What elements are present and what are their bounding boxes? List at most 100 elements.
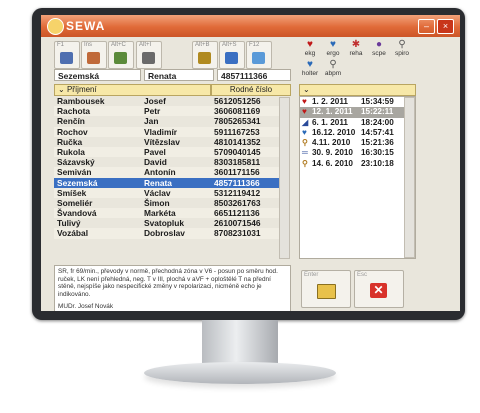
row-firstname: Petr xyxy=(144,106,161,117)
shortcut-label: Alt+C xyxy=(111,42,126,48)
table-row[interactable]: Rachota Petr 3606081169 xyxy=(54,106,290,117)
exam-filter-header[interactable]: ⌄ xyxy=(299,84,416,96)
toolbar-button-1[interactable]: Ins xyxy=(81,41,107,69)
exam-type-icon: ⚲ xyxy=(302,158,308,168)
exam-type-icon: ⚲ xyxy=(302,138,308,148)
patient-scrollbar[interactable] xyxy=(279,97,290,259)
monitor-stand-neck xyxy=(202,320,278,366)
list-item[interactable]: ⚲ 14. 6. 2010 23:10:18 xyxy=(300,159,415,169)
note-author: MUDr. Josef Novák xyxy=(58,303,114,311)
row-firstname: Pavel xyxy=(144,146,166,157)
row-id: 8503261763 xyxy=(214,197,261,208)
list-item[interactable]: ♥ 1. 2. 2011 15:34:59 xyxy=(300,97,415,107)
list-item[interactable]: ◢ 6. 1. 2011 18:24:00 xyxy=(300,118,415,128)
exam-scrollbar[interactable] xyxy=(404,97,415,258)
table-row[interactable]: Rochov Vladimír 5911167253 xyxy=(54,126,290,137)
row-id: 2610071546 xyxy=(214,218,261,229)
exam-date: 16.12. 2010 xyxy=(312,127,356,137)
table-row[interactable]: Someliér Šimon 8503261763 xyxy=(54,198,290,208)
column-id-label: Rodné číslo xyxy=(229,85,273,94)
row-firstname: Šimon xyxy=(144,197,170,208)
enter-button[interactable]: Enter xyxy=(301,270,351,308)
enter-label: Enter xyxy=(304,272,319,278)
table-row[interactable]: Sezemská Renata 4857111366 xyxy=(54,177,290,188)
toolbar-button-4[interactable]: Alt+B xyxy=(192,41,218,69)
exam-type-holter[interactable]: ♥ holter xyxy=(299,59,321,77)
row-id: 8303185811 xyxy=(214,157,261,168)
exam-type-icon: ═ xyxy=(302,148,308,158)
row-id: 5312119412 xyxy=(214,187,261,198)
toolbar-glyph-icon xyxy=(198,52,211,64)
table-row[interactable]: Rukola Pavel 5709040145 xyxy=(54,146,290,158)
surname-field[interactable]: Sezemská xyxy=(54,69,141,81)
exam-type-ekg[interactable]: ♥ ekg xyxy=(299,39,321,57)
toolbar-glyph-icon xyxy=(60,52,73,64)
birth-number-field[interactable]: 4857111366 xyxy=(217,69,291,81)
ekg-icon: ♥ xyxy=(307,39,313,50)
sort-arrow-icon: ⌄ xyxy=(58,85,65,94)
toolbar-button-5[interactable]: Alt+S xyxy=(219,41,245,69)
exam-time: 15:21:36 xyxy=(361,138,394,148)
exam-date: 12. 1. 2011 xyxy=(312,107,353,117)
firstname-field[interactable]: Renata xyxy=(144,69,214,81)
table-row[interactable]: Semiván Antonín 3601171156 xyxy=(54,167,290,178)
exam-time: 16:30:15 xyxy=(361,148,394,158)
esc-label: Esc xyxy=(357,272,368,278)
table-row[interactable]: Smíšek Václav 5312119412 xyxy=(54,187,290,198)
row-surname: Rochov xyxy=(57,126,88,137)
exam-date: 30. 9. 2010 xyxy=(312,148,353,158)
table-row[interactable]: Sázavský David 8303185811 xyxy=(54,157,290,167)
shortcut-label: Alt+B xyxy=(195,42,210,48)
table-row[interactable]: Ručka Vítězslav 4810141352 xyxy=(54,137,290,147)
app-window: SEWA – × F1 Ins Alt+C Alt+I Alt+B Alt+S F12 Se… xyxy=(41,15,460,311)
row-firstname: Vladimír xyxy=(144,126,178,137)
row-surname: Renčín xyxy=(57,116,85,127)
minimize-button[interactable]: – xyxy=(418,19,435,34)
row-surname: Tulivý xyxy=(57,218,81,229)
table-row[interactable]: Švandová Markéta 6651121136 xyxy=(54,208,290,219)
exam-type-abpm[interactable]: ⚲ abpm xyxy=(322,59,344,77)
exam-type-icon: ♥ xyxy=(302,97,307,106)
row-id: 8708231031 xyxy=(214,228,261,239)
table-row[interactable]: Tulivý Svatopluk 2610071546 xyxy=(54,218,290,228)
esc-button[interactable]: Esc ✕ xyxy=(354,270,404,308)
exam-type-spiro[interactable]: ⚲ spiro xyxy=(391,39,413,57)
close-button[interactable]: × xyxy=(437,19,454,34)
toolbar-button-0[interactable]: F1 xyxy=(54,41,80,69)
toolbar-button-6[interactable]: F12 xyxy=(246,41,272,69)
exam-type-icon: ♥ xyxy=(302,107,307,117)
row-surname: Sezemská xyxy=(57,177,98,188)
sort-surname-header[interactable]: ⌄ Příjmení xyxy=(54,84,211,96)
exam-type-reha[interactable]: ✱ reha xyxy=(345,39,367,57)
table-row[interactable]: Vozábal Dobroslav 8708231031 xyxy=(54,228,290,239)
table-row[interactable]: Rambousek Josef 5612051256 xyxy=(54,96,290,106)
exam-type-label: spiro xyxy=(394,50,410,57)
table-row[interactable]: Renčín Jan 7805265341 xyxy=(54,116,290,126)
column-id-header[interactable]: Rodné číslo xyxy=(211,84,291,96)
exam-time: 14:57:41 xyxy=(361,127,394,137)
exam-type-label: scpe xyxy=(372,50,386,57)
toolbar-button-3[interactable]: Alt+I xyxy=(136,41,162,69)
row-surname: Rukola xyxy=(57,146,85,157)
exam-type-ergo[interactable]: ♥ ergo xyxy=(322,39,344,57)
list-item[interactable]: ═ 30. 9. 2010 16:30:15 xyxy=(300,148,415,158)
note-text: SR, fr 69/min., převody v normě, přechod… xyxy=(58,268,278,298)
toolbar-button-2[interactable]: Alt+C xyxy=(108,41,134,69)
cancel-icon: ✕ xyxy=(370,283,387,298)
row-firstname: Dobroslav xyxy=(144,228,185,239)
row-surname: Švandová xyxy=(57,208,97,219)
list-item[interactable]: ⚲ 4.11. 2010 15:21:36 xyxy=(300,138,415,148)
exam-type-icon: ◢ xyxy=(302,117,309,127)
filter-arrow-icon: ⌄ xyxy=(303,85,310,94)
exam-time: 18:24:00 xyxy=(361,117,394,127)
list-item[interactable]: ♥ 12. 1. 2011 15:22:11 xyxy=(300,107,415,118)
list-item[interactable]: ♥ 16.12. 2010 14:57:41 xyxy=(300,128,415,138)
exam-type-icon: ♥ xyxy=(302,127,307,137)
row-surname: Ručka xyxy=(57,136,83,147)
ergo-icon: ♥ xyxy=(330,39,336,50)
exam-type-scpe[interactable]: ● scpe xyxy=(368,39,390,57)
monitor-stand-base xyxy=(144,362,336,384)
row-id: 5709040145 xyxy=(214,146,261,157)
title-bar: SEWA – × xyxy=(41,15,460,37)
row-id: 4857111366 xyxy=(214,177,260,188)
